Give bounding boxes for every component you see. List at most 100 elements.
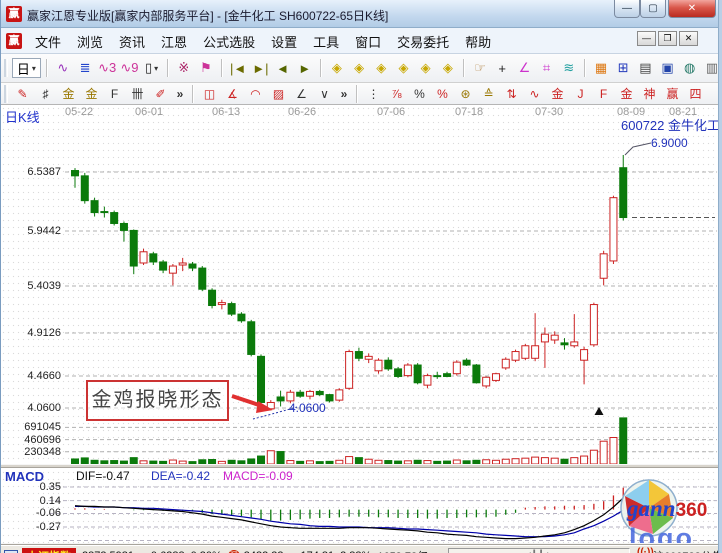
volume-tick: 230348	[3, 446, 61, 458]
gold-circle-icon[interactable]: ⊛	[455, 85, 476, 102]
menu-item-浏览[interactable]: 浏览	[69, 29, 111, 54]
menu-item-文件[interactable]: 文件	[27, 29, 69, 54]
toolbar-grip[interactable]	[4, 85, 8, 103]
calendar-icon[interactable]: ▦	[591, 58, 611, 78]
index-change: 0.6388	[151, 550, 185, 553]
ying-angle-icon[interactable]: 赢	[662, 85, 683, 102]
gold-underline-icon[interactable]: 金	[547, 85, 568, 102]
candle-type-icon[interactable]: ▯▾	[142, 58, 162, 78]
gann-f-icon[interactable]: F	[104, 85, 125, 102]
brush-icon[interactable]: ✎	[12, 85, 33, 102]
date-tick: 07-18	[455, 106, 483, 118]
index2-pct: 2.88%	[340, 550, 371, 553]
zoom-out-x-icon[interactable]: ◈	[327, 58, 347, 78]
brush2-icon[interactable]: ✐	[150, 85, 171, 102]
period-selector[interactable]: 日▾	[12, 58, 41, 78]
gann-fan-icon[interactable]: ▨	[268, 85, 289, 102]
kline-pattern-icon[interactable]: ※	[174, 58, 194, 78]
trend-line-icon[interactable]: ∠	[291, 85, 312, 102]
mdi-close-button[interactable]: ✕	[679, 31, 698, 46]
percent-icon[interactable]: %	[409, 85, 430, 102]
gann-square-icon[interactable]: ◫	[199, 85, 220, 102]
toolbar-separator	[463, 59, 465, 77]
zigzag-icon[interactable]: ∨	[314, 85, 335, 102]
shen-angle-icon[interactable]: 神	[639, 85, 660, 102]
close-button[interactable]: ✕	[668, 0, 716, 18]
gann-grid2-icon[interactable]: 卌	[127, 85, 148, 102]
menu-item-工具[interactable]: 工具	[305, 29, 347, 54]
index-name-badge[interactable]: 上证指数	[22, 548, 76, 553]
date-tick: 07-30	[535, 106, 563, 118]
wave-tool-icon[interactable]: ∿	[53, 58, 73, 78]
gold-angle-icon[interactable]: 金	[616, 85, 637, 102]
compress-icon[interactable]: ◈	[393, 58, 413, 78]
date-tick: 06-01	[135, 106, 163, 118]
next-icon[interactable]: ►	[295, 58, 315, 78]
menu-item-帮助[interactable]: 帮助	[457, 29, 499, 54]
fit-screen-icon[interactable]: ◈	[438, 58, 458, 78]
prev-icon[interactable]: ◄	[272, 58, 292, 78]
price-tick: 4.9126	[3, 327, 61, 339]
bars-3-icon[interactable]: ∿3	[97, 58, 117, 78]
save-icon[interactable]: ▣	[657, 58, 677, 78]
signal-icon: ((·))	[637, 547, 654, 553]
angle-tool-icon[interactable]: ∠	[514, 58, 534, 78]
cloud-tool-icon[interactable]: ≋	[559, 58, 579, 78]
zoom-in-x-icon[interactable]: ◈	[349, 58, 369, 78]
price-tick: 6.5387	[3, 166, 61, 178]
maximize-button[interactable]: ▢	[640, 0, 666, 18]
gann-gold2-icon[interactable]: 金	[81, 85, 102, 102]
more-tools-2[interactable]: »	[337, 85, 351, 102]
expand-all-icon[interactable]: ◈	[416, 58, 436, 78]
menu-item-公式选股[interactable]: 公式选股	[195, 29, 263, 54]
expand-x-icon[interactable]: ◈	[371, 58, 391, 78]
gold-lines-icon[interactable]: ≙	[478, 85, 499, 102]
gann-gold1-icon[interactable]: 金	[58, 85, 79, 102]
notebook-icon[interactable]: ▤	[635, 58, 655, 78]
price-label-icon[interactable]: ⋮	[363, 85, 384, 102]
si-angle-icon[interactable]: 四	[685, 85, 706, 102]
panel-divider[interactable]	[1, 464, 722, 468]
toolbar-grip[interactable]	[4, 59, 8, 77]
speed-lines-icon[interactable]: ∡	[222, 85, 243, 102]
announcement-link[interactable]: 沪600722公告	[653, 548, 722, 553]
toolbar-separator	[192, 85, 194, 103]
more-tools-1[interactable]: »	[173, 85, 187, 102]
status-scroll-pane[interactable]: ◀ ▎▎▶	[448, 548, 630, 553]
info-note-icon[interactable]: ≣	[75, 58, 95, 78]
crosshair-icon[interactable]: +	[492, 58, 512, 78]
menu-item-交易委托[interactable]: 交易委托	[389, 29, 457, 54]
status-bar: 上证指数 2873.5981 ▼ 0.6388 0.30% 深 3482.33 …	[1, 545, 722, 553]
sz-index-icon[interactable]: 深	[228, 550, 240, 553]
toolbar-separator	[320, 59, 322, 77]
chart-area[interactable]: 日K线 600722 金牛化工 6.9000 4.0600 金鸡报晓形态 MAC…	[1, 105, 722, 543]
web-export-icon[interactable]: ◍	[680, 58, 700, 78]
title-bar[interactable]: 赢 赢家江恩专业版[赢家内部服务平台] - [金牛化工 SH600722-65日…	[1, 0, 722, 28]
bars-9-icon[interactable]: ∿9	[119, 58, 139, 78]
f-angle-icon[interactable]: F	[593, 85, 614, 102]
last-page-icon[interactable]: ►|	[250, 58, 270, 78]
grid-tool-icon[interactable]: ♯	[35, 85, 56, 102]
minimize-button[interactable]: —	[614, 0, 640, 18]
date-tick: 08-09	[617, 106, 645, 118]
menu-bar: 赢 文件浏览资讯江恩公式选股设置工具窗口交易委托帮助	[1, 28, 722, 54]
menu-item-设置[interactable]: 设置	[263, 29, 305, 54]
fib-arcs-icon[interactable]: ◠	[245, 85, 266, 102]
percent2-icon[interactable]: %	[432, 85, 453, 102]
indicator-flag-icon[interactable]: ⚑	[196, 58, 216, 78]
first-page-icon[interactable]: |◄	[228, 58, 248, 78]
percent-retrace-icon[interactable]: ⅞	[386, 85, 407, 102]
price-tick: 4.4660	[3, 370, 61, 382]
hand-tool-icon[interactable]: ☞	[470, 58, 490, 78]
wave-ruler-icon[interactable]: ∿	[524, 85, 545, 102]
menu-item-江恩[interactable]: 江恩	[153, 29, 195, 54]
mdi-minimize-button[interactable]: —	[637, 31, 656, 46]
updown-arrows-icon[interactable]: ⇅	[501, 85, 522, 102]
menu-item-窗口[interactable]: 窗口	[347, 29, 389, 54]
gann-box-icon[interactable]: ⌗	[537, 58, 557, 78]
application-window: 赢 赢家江恩专业版[赢家内部服务平台] - [金牛化工 SH600722-65日…	[0, 0, 722, 553]
mdi-restore-button[interactable]: ❐	[658, 31, 677, 46]
calculator-icon[interactable]: ⊞	[613, 58, 633, 78]
menu-item-资讯[interactable]: 资讯	[111, 29, 153, 54]
j-angle-icon[interactable]: J	[570, 85, 591, 102]
